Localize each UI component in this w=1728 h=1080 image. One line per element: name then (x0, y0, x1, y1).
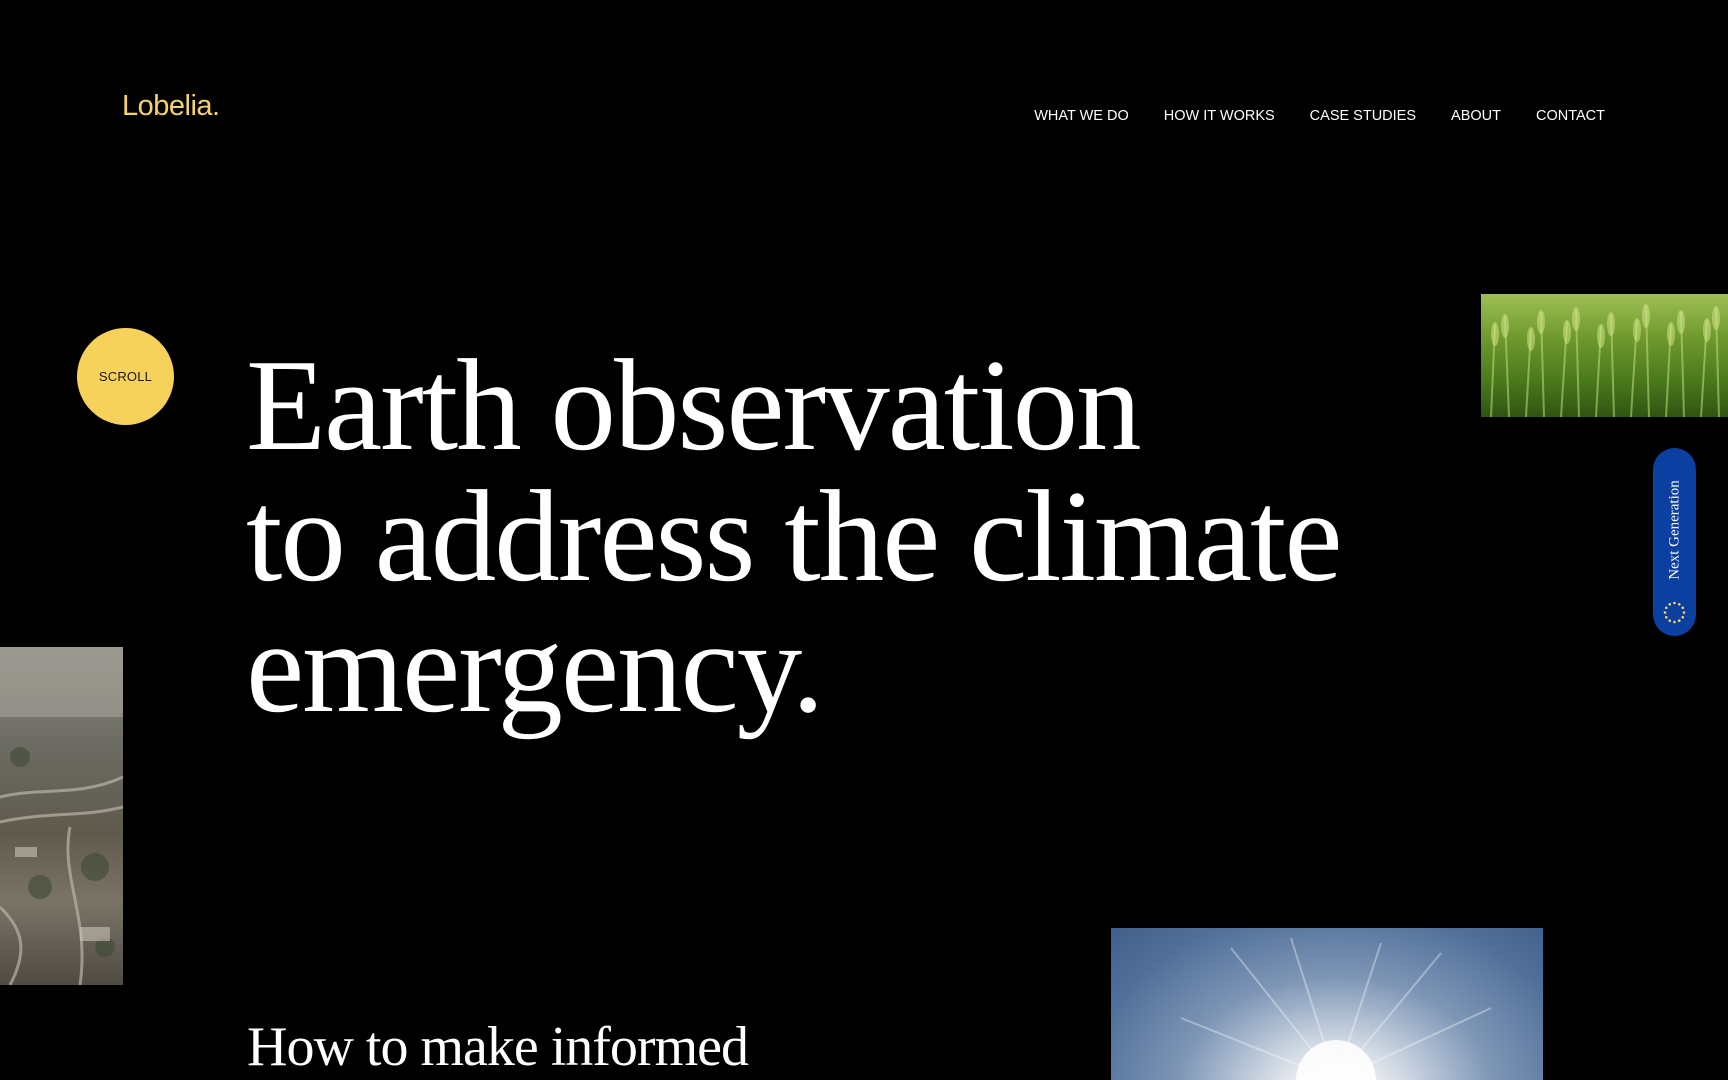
scroll-label: SCROLL (98, 369, 153, 384)
aerial-city-image (0, 647, 123, 985)
wheat-field-graphic (1490, 304, 1720, 417)
logo[interactable]: Lobelia. (122, 90, 220, 123)
wheat-field-image (1481, 294, 1728, 417)
section-subheading: How to make informed (247, 1016, 749, 1078)
eu-stars-icon (1663, 601, 1686, 624)
nav-item-contact[interactable]: CONTACT (1536, 108, 1605, 124)
next-generation-label: Next Generation (1666, 480, 1682, 580)
hero-line-3: emergency. (246, 595, 824, 740)
hero-line-2: to address the climate (246, 464, 1343, 609)
sun-rays-graphic (1180, 937, 1492, 1080)
hero-heading: Earth observation to address the climate… (246, 333, 1343, 740)
sun-sky-image (1111, 928, 1543, 1080)
nav-item-what-we-do[interactable]: WHAT WE DO (1034, 108, 1129, 124)
aerial-city-graphic (0, 647, 123, 985)
hero-line-1: Earth observation (246, 333, 1142, 478)
nav-item-how-it-works[interactable]: HOW IT WORKS (1164, 108, 1275, 124)
next-generation-badge[interactable]: Next Generation (1653, 448, 1696, 636)
nav-item-about[interactable]: ABOUT (1451, 108, 1501, 124)
scroll-button[interactable]: SCROLL (77, 328, 174, 425)
nav-item-case-studies[interactable]: CASE STUDIES (1310, 108, 1416, 124)
main-nav: WHAT WE DO HOW IT WORKS CASE STUDIES ABO… (1034, 108, 1605, 124)
